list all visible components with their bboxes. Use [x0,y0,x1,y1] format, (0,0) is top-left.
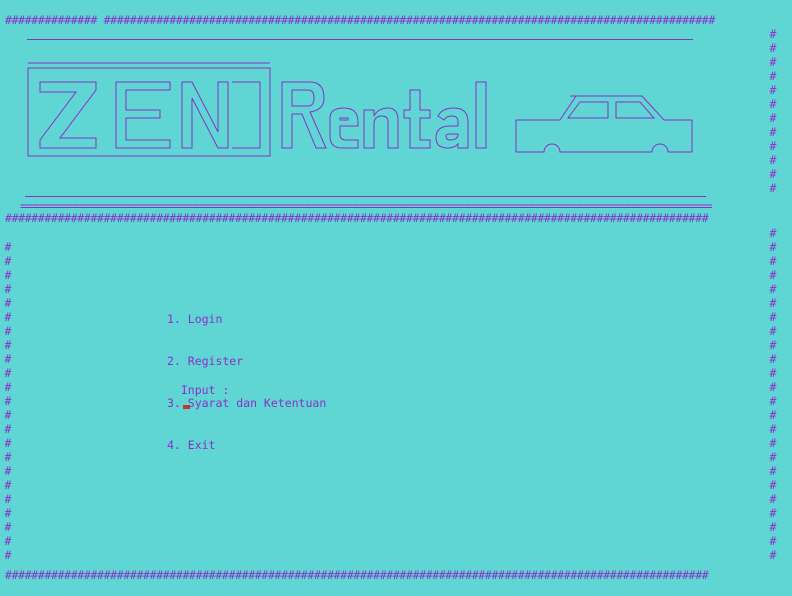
menu-item-exit[interactable]: 4. Exit [167,438,326,452]
brand-letter-a [435,107,469,149]
logo-letter-n [181,81,229,149]
menu-item-login[interactable]: 1. Login [167,312,326,326]
top-border-left: ############## [5,13,98,27]
logo-letter-z [39,81,97,149]
right-border-lower: # # # # # # # # # # # # # # # # # # # # … [769,226,777,562]
top-border-right: ########################################… [103,13,716,27]
input-prompt[interactable]: Input : [167,369,229,411]
right-border-top: # # # # # # # # # # # # [769,27,777,195]
logo-letter-e [115,81,171,149]
brand-letter-l [475,81,487,149]
menu-item-register[interactable]: 2. Register [167,354,326,368]
left-border-lower: # # # # # # # # # # # # # # # # # # # # … [4,240,12,562]
brand-letter-t [403,89,431,149]
brand-letter-e [329,107,359,149]
car-icon [515,95,693,153]
section-divider: ########################################… [5,211,787,225]
brand-letter-r [281,81,327,149]
input-label: Input : [180,383,230,397]
banner-top-rule [27,39,693,40]
brand-letter-n [363,107,399,149]
section-divider-hashes: ########################################… [5,211,709,225]
zen-rental-banner [27,62,693,157]
text-cursor [182,405,190,409]
bottom-border-hashes: ########################################… [5,568,709,582]
banner-bottom-rule [25,196,706,197]
bottom-border: ########################################… [5,568,787,582]
zen-logo-box [27,67,271,157]
top-border: ############## #########################… [5,13,787,27]
